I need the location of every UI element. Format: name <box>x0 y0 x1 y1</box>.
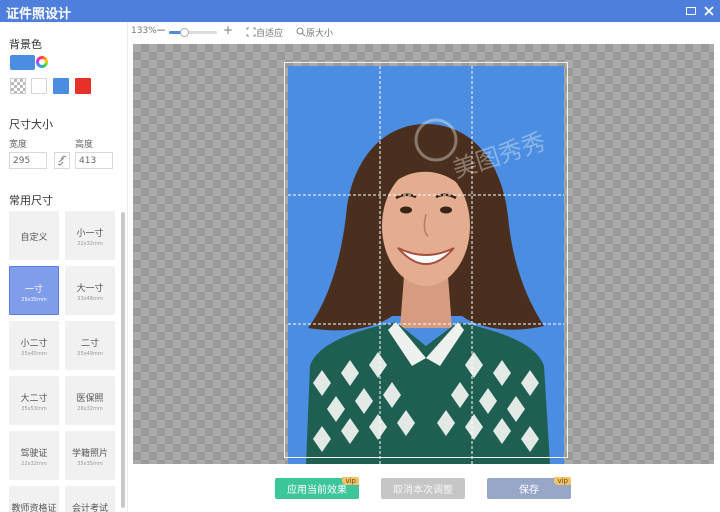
zoom-slider[interactable] <box>169 28 217 37</box>
size-card-dims: 35x49mm <box>77 351 103 357</box>
size-card-1in[interactable]: 一寸 25x35mm <box>9 266 59 315</box>
width-label: 宽度 <box>9 140 28 150</box>
sidebar-scrollbar[interactable] <box>121 212 125 508</box>
size-card-2in[interactable]: 二寸 35x49mm <box>65 321 115 370</box>
common-sizes-title: 常用尺寸 <box>9 194 53 207</box>
save-label: 保存 <box>519 485 539 496</box>
zoom-out-button[interactable]: − <box>156 23 166 37</box>
zoom-slider-knob[interactable] <box>180 28 190 37</box>
zoom-in-button[interactable]: + <box>223 23 233 37</box>
size-card-driver-license[interactable]: 驾驶证 22x32mm <box>9 431 59 480</box>
link-icon <box>57 155 67 166</box>
vip-badge: vip <box>342 477 359 485</box>
size-card-name: 自定义 <box>20 233 48 243</box>
size-card-dims: 35x45mm <box>21 351 47 357</box>
close-button[interactable] <box>700 2 718 20</box>
close-icon <box>704 6 714 16</box>
size-card-small-2in[interactable]: 小二寸 35x45mm <box>9 321 59 370</box>
size-card-dims: 22x32mm <box>77 241 103 247</box>
editing-canvas[interactable]: 美图秀秀 <box>133 44 714 464</box>
window-title: 证件照设计 <box>6 7 72 22</box>
height-input[interactable] <box>75 152 113 169</box>
size-card-name: 会计考试 <box>71 504 108 512</box>
size-card-name: 医保照 <box>76 394 104 404</box>
size-card-dims: 26x32mm <box>77 406 103 412</box>
original-size-button[interactable]: 原大小 <box>296 26 333 39</box>
apply-effect-button[interactable]: 应用当前效果 vip <box>275 477 359 499</box>
size-card-dims: 33x48mm <box>77 296 103 302</box>
apply-effect-label: 应用当前效果 <box>287 485 347 496</box>
vip-badge: vip <box>554 477 571 485</box>
size-card-dims: 35x53mm <box>21 406 47 412</box>
size-card-teacher-cert[interactable]: 教师资格证 <box>9 486 59 512</box>
size-card-name: 小一寸 <box>76 229 104 239</box>
size-title: 尺寸大小 <box>9 118 53 131</box>
color-picker-icon[interactable] <box>36 56 48 68</box>
save-button[interactable]: 保存 vip <box>487 477 571 499</box>
size-card-dims: 25x35mm <box>21 297 47 303</box>
size-card-dims: 35x35mm <box>77 461 103 467</box>
size-card-name: 大一寸 <box>76 284 104 294</box>
toolbar: 133% − + 自适应 原大小 <box>128 22 720 42</box>
size-card-large-2in[interactable]: 大二寸 35x53mm <box>9 376 59 425</box>
width-input[interactable] <box>9 152 47 169</box>
link-aspect-button[interactable] <box>54 152 70 169</box>
height-label: 高度 <box>75 140 94 150</box>
maximize-icon <box>686 7 696 15</box>
fit-icon <box>246 27 256 37</box>
swatch-transparent[interactable] <box>10 78 26 94</box>
size-card-name: 小二寸 <box>20 339 48 349</box>
size-card-name: 大二寸 <box>20 394 48 404</box>
size-card-accounting-exam[interactable]: 会计考试 <box>65 486 115 512</box>
swatch-red[interactable] <box>75 78 91 94</box>
size-card-large-1in[interactable]: 大一寸 33x48mm <box>65 266 115 315</box>
swatch-blue[interactable] <box>53 78 69 94</box>
size-card-student-photo[interactable]: 学籍照片 35x35mm <box>65 431 115 480</box>
magnifier-icon <box>296 27 306 37</box>
size-card-name: 二寸 <box>80 339 99 349</box>
cancel-adjust-button[interactable]: 取消本次调整 <box>381 478 465 499</box>
size-card-medical[interactable]: 医保照 26x32mm <box>65 376 115 425</box>
title-bar: 证件照设计 <box>0 0 720 22</box>
size-card-custom[interactable]: 自定义 <box>9 211 59 260</box>
sidebar: 背景色 尺寸大小 宽度 高度 常用尺寸 自定义 小一寸 22x32mm 一寸 2… <box>0 22 128 512</box>
fit-button[interactable]: 自适应 <box>246 26 283 39</box>
maximize-button[interactable] <box>682 2 700 20</box>
cancel-adjust-label: 取消本次调整 <box>393 485 453 496</box>
size-card-name: 驾驶证 <box>20 449 48 459</box>
swatch-white[interactable] <box>31 78 47 94</box>
original-size-label: 原大小 <box>306 29 334 39</box>
size-card-name: 教师资格证 <box>11 504 57 512</box>
size-card-name: 一寸 <box>24 285 43 295</box>
crop-frame[interactable] <box>284 62 568 458</box>
size-card-small-1in[interactable]: 小一寸 22x32mm <box>65 211 115 260</box>
size-card-dims: 22x32mm <box>21 461 47 467</box>
fit-label: 自适应 <box>256 29 284 39</box>
zoom-value: 133% <box>131 26 157 36</box>
selected-bg-color[interactable] <box>10 55 35 70</box>
size-card-name: 学籍照片 <box>71 449 108 459</box>
bg-color-title: 背景色 <box>9 38 42 51</box>
